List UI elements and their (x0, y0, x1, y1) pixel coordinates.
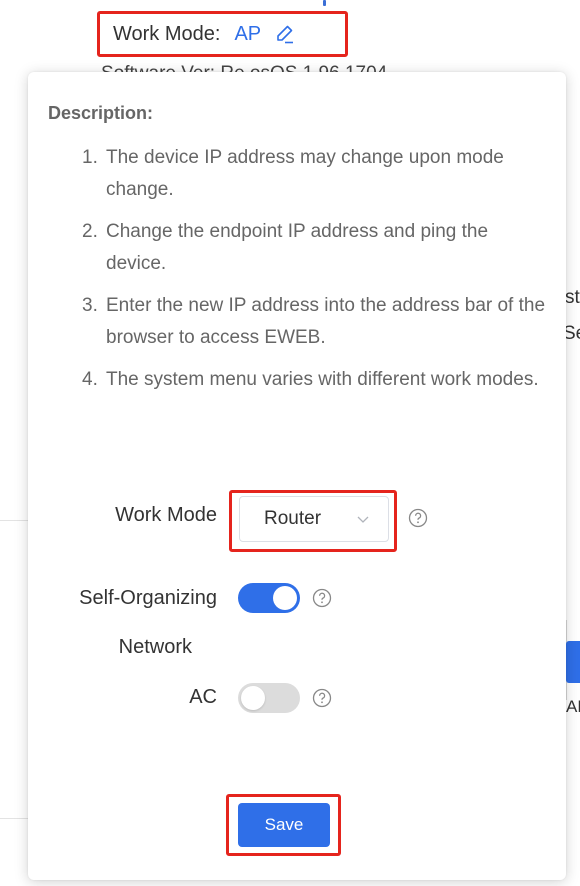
description-item-text: The device IP address may change upon mo… (106, 147, 504, 200)
background-text-fragment: st (565, 287, 580, 308)
description-item-number: 4. (82, 369, 98, 390)
work-mode-field-label: Work Mode (115, 504, 217, 526)
background-divider (0, 520, 28, 521)
description-item-number: 2. (82, 221, 98, 242)
ac-label: AC (189, 686, 217, 708)
background-tick-mark (323, 0, 326, 6)
description-item: 1. The device IP address may change upon… (82, 142, 552, 206)
toggle-knob (241, 686, 265, 710)
description-item: 3. Enter the new IP address into the add… (82, 290, 552, 354)
self-organizing-toggle[interactable] (238, 583, 300, 613)
pencil-edit-icon[interactable] (275, 24, 295, 44)
description-item: 4. The system menu varies with different… (82, 364, 552, 396)
work-mode-select[interactable]: Router (239, 496, 389, 542)
work-mode-label: Work Mode: (113, 22, 221, 45)
description-item-number: 1. (82, 147, 98, 168)
work-mode-select-value: Router (264, 508, 322, 529)
ac-toggle[interactable] (238, 683, 300, 713)
self-organizing-label-line2: Network (118, 636, 192, 658)
description-list: 1. The device IP address may change upon… (82, 142, 552, 406)
description-item: 2. Change the endpoint IP address and pi… (82, 216, 552, 280)
background-divider (0, 818, 28, 819)
description-title: Description: (48, 103, 154, 123)
background-button-edge (566, 641, 580, 683)
work-mode-value[interactable]: AP (234, 23, 261, 46)
question-circle-icon[interactable] (312, 588, 332, 608)
question-circle-icon[interactable] (312, 688, 332, 708)
background-text-fragment: AN (566, 697, 580, 716)
description-item-text: Enter the new IP address into the addres… (106, 295, 546, 348)
work-mode-popup: Description: 1. The device IP address ma… (28, 72, 566, 880)
toggle-knob (273, 586, 297, 610)
description-item-number: 3. (82, 295, 98, 316)
description-item-text: The system menu varies with different wo… (106, 369, 539, 390)
self-organizing-label: Self-Organizing (79, 587, 217, 609)
question-circle-icon[interactable] (408, 508, 428, 528)
chevron-down-icon (356, 512, 370, 526)
save-button[interactable]: Save (238, 803, 330, 847)
work-mode-row: Work Mode: AP (113, 16, 295, 52)
description-item-text: Change the endpoint IP address and ping … (106, 221, 489, 274)
